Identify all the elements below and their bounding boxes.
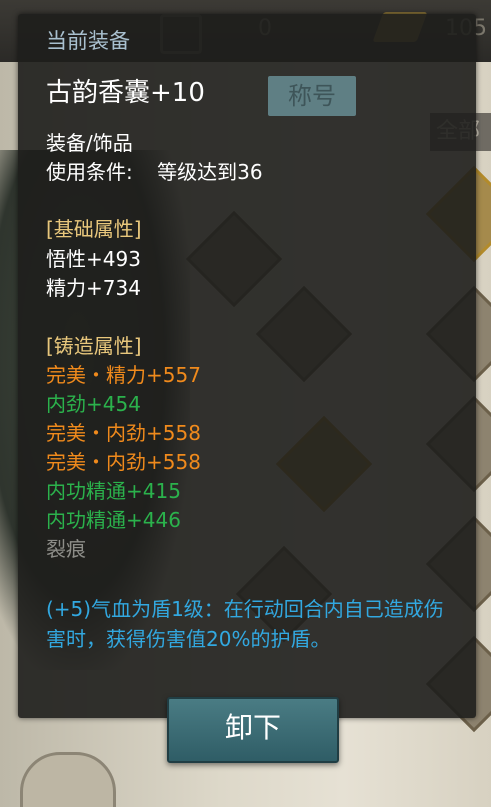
- forge-attribute: 完美・内劲+558: [46, 450, 201, 474]
- item-category: 装备/饰品: [46, 131, 133, 155]
- requirement-value: 等级达到36: [157, 160, 263, 184]
- requirement-label: 使用条件:: [46, 160, 133, 184]
- forge-attribute: 完美・精力+557: [46, 363, 201, 387]
- special-effect-text: (+5)气血为盾1级：在行动回合内自己造成伤害时，获得伤害值20%的护盾。: [46, 597, 444, 651]
- forge-attributes-heading: [铸造属性]: [46, 334, 142, 358]
- base-attribute: 悟性+493: [46, 247, 141, 271]
- title-button[interactable]: 称号: [268, 76, 356, 116]
- base-attribute: 精力+734: [46, 276, 141, 300]
- item-name: 古韵香囊+10: [46, 78, 205, 108]
- forge-attribute: 内劲+454: [46, 392, 141, 416]
- forge-attribute: 内功精通+415: [46, 479, 181, 503]
- forge-attribute: 完美・内劲+558: [46, 421, 201, 445]
- item-tooltip: 当前装备 古韵香囊+10 称号 装备/饰品 使用条件: 等级达到36 [基础属性…: [18, 14, 476, 718]
- unequip-button[interactable]: 卸下: [167, 697, 339, 763]
- base-attributes-heading: [基础属性]: [46, 217, 142, 241]
- tooltip-header: 当前装备: [46, 29, 130, 53]
- item-requirement: 使用条件: 等级达到36: [46, 159, 263, 185]
- forge-attribute: 裂痕: [46, 537, 86, 561]
- forge-attribute: 内功精通+446: [46, 508, 181, 532]
